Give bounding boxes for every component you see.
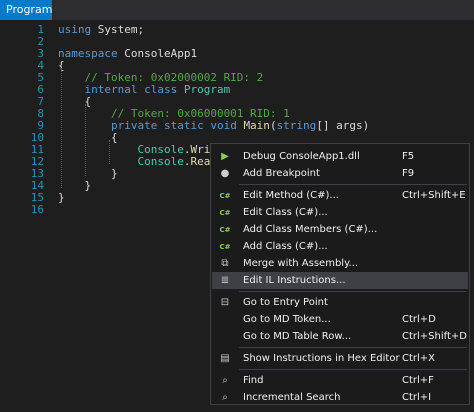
- indent-guide: [85, 104, 86, 176]
- menu-item-edit-method-c[interactable]: C# Edit Method (C#)... Ctrl+Shift+E: [212, 187, 468, 204]
- menu-item-label: Add Breakpoint: [243, 168, 320, 179]
- code-token: Console: [137, 155, 184, 168]
- entry-point-icon: ⊟: [220, 297, 230, 308]
- code-token: System;: [97, 23, 145, 36]
- menu-item-label: Add Class Members (C#)...: [243, 224, 378, 235]
- line-number-gutter: 1 2 3 4 5 6 7 8 9 10 11 12 13 14 15 16: [0, 20, 46, 412]
- tab-label: Program: [6, 3, 53, 16]
- menu-item-label: Go to MD Token...: [243, 314, 331, 325]
- code-line[interactable]: }: [58, 192, 65, 204]
- menu-separator: [239, 347, 467, 348]
- menu-item-shortcut: Ctrl+F: [402, 375, 434, 386]
- code-token: internal class: [84, 83, 184, 96]
- code-token: using: [58, 23, 98, 36]
- csharp-icon: C#: [219, 243, 231, 251]
- menu-item-shortcut: Ctrl+Shift+E: [402, 190, 466, 201]
- menu-item-label: Show Instructions in Hex Editor: [243, 353, 400, 364]
- code-line[interactable]: namespace ConsoleApp1: [58, 48, 197, 60]
- csharp-icon: C#: [219, 192, 231, 200]
- menu-item-edit-il-instructions[interactable]: ≣ Edit IL Instructions...: [212, 272, 468, 289]
- menu-item-incremental-search[interactable]: ⌕ Incremental Search Ctrl+I: [212, 389, 468, 406]
- menu-item-show-instructions-in-hex-editor[interactable]: ▤ Show Instructions in Hex Editor Ctrl+X: [212, 350, 468, 367]
- menu-item-debug-consoleapp1-dll[interactable]: ▶ Debug ConsoleApp1.dll F5: [212, 148, 468, 165]
- menu-item-shortcut: F9: [402, 168, 415, 179]
- merge-icon: ⧉: [221, 258, 229, 269]
- tab-program[interactable]: Program: [0, 0, 52, 20]
- context-menu: ▶ Debug ConsoleApp1.dll F5 ● Add Breakpoint F…: [210, 143, 470, 405]
- menu-separator: [239, 291, 467, 292]
- csharp-icon: C#: [219, 209, 231, 217]
- il-icon: ≣: [220, 275, 230, 286]
- menu-item-label: Go to Entry Point: [243, 297, 328, 308]
- menu-item-add-class-members-c[interactable]: C# Add Class Members (C#)...: [212, 221, 468, 238]
- menu-item-shortcut: Ctrl+I: [402, 392, 432, 403]
- menu-item-label: Edit IL Instructions...: [243, 275, 346, 286]
- menu-item-edit-class-c[interactable]: C# Edit Class (C#)...: [212, 204, 468, 221]
- menu-item-label: Debug ConsoleApp1.dll: [243, 151, 360, 162]
- breakpoint-icon: ●: [220, 168, 230, 179]
- play-icon: ▶: [221, 151, 229, 162]
- menu-item-label: Add Class (C#)...: [243, 241, 328, 252]
- code-token: [] args): [316, 119, 370, 132]
- code-token: namespace: [58, 47, 125, 60]
- tab-bar: Program: [0, 0, 474, 22]
- line-number: 16: [30, 203, 44, 216]
- menu-item-label: Find: [243, 375, 264, 386]
- menu-item-label: Merge with Assembly...: [243, 258, 359, 269]
- menu-item-go-to-entry-point[interactable]: ⊟ Go to Entry Point: [212, 294, 468, 311]
- menu-separator: [239, 184, 467, 185]
- menu-item-go-to-md-table-row[interactable]: Go to MD Table Row... Ctrl+Shift+D: [212, 328, 468, 345]
- menu-item-shortcut: Ctrl+D: [402, 314, 436, 325]
- csharp-icon: C#: [219, 226, 231, 234]
- code-token: ConsoleApp1: [124, 47, 198, 60]
- indent-guide: [109, 140, 110, 164]
- search-icon: ⌕: [222, 375, 228, 386]
- code-token: (: [269, 119, 277, 132]
- code-token: string: [276, 119, 317, 132]
- code-token: private static void: [110, 119, 244, 132]
- code-token: Main: [243, 119, 270, 132]
- search-icon: ⌕: [222, 392, 228, 403]
- menu-separator: [239, 369, 467, 370]
- menu-item-label: Edit Method (C#)...: [243, 190, 339, 201]
- menu-item-merge-with-assembly[interactable]: ⧉ Merge with Assembly...: [212, 255, 468, 272]
- code-line[interactable]: using System;: [58, 24, 144, 36]
- menu-item-shortcut: F5: [402, 151, 415, 162]
- hex-editor-icon: ▤: [220, 353, 230, 364]
- code-token: }: [58, 191, 65, 204]
- menu-item-label: Incremental Search: [243, 392, 341, 403]
- menu-item-find[interactable]: ⌕ Find Ctrl+F: [212, 372, 468, 389]
- menu-item-go-to-md-token[interactable]: Go to MD Token... Ctrl+D: [212, 311, 468, 328]
- indent-guide: [61, 68, 62, 188]
- menu-item-add-breakpoint[interactable]: ● Add Breakpoint F9: [212, 165, 468, 182]
- menu-item-label: Edit Class (C#)...: [243, 207, 328, 218]
- menu-item-add-class-c[interactable]: C# Add Class (C#)...: [212, 238, 468, 255]
- menu-item-shortcut: Ctrl+Shift+D: [402, 331, 467, 342]
- code-token: Program: [183, 83, 231, 96]
- menu-item-shortcut: Ctrl+X: [402, 353, 436, 364]
- menu-item-label: Go to MD Table Row...: [243, 331, 352, 342]
